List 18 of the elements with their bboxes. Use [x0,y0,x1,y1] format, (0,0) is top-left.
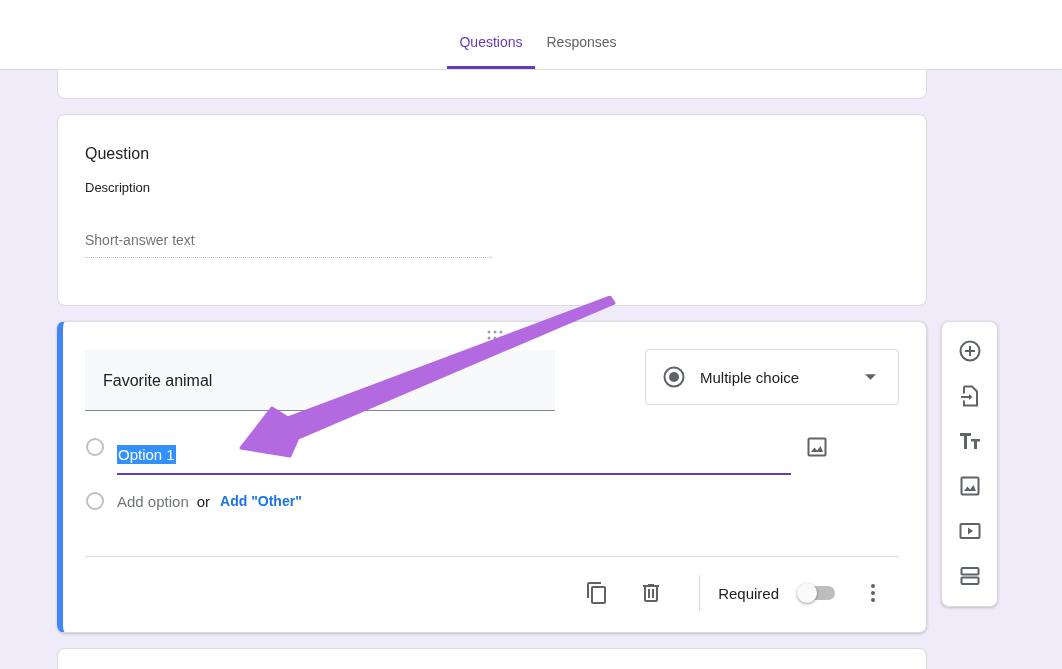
option-text: Option 1 [117,444,176,464]
add-option-link[interactable]: Add option [117,492,189,510]
question-type-label: Multiple choice [700,368,801,386]
tab[interactable]: Responses [534,29,629,69]
radio-selected-icon [662,365,686,389]
add-other-link[interactable]: Add "Other" [220,493,302,509]
section-icon[interactable] [957,564,982,588]
or-text: or [196,492,211,510]
question-title[interactable]: Question [85,145,899,169]
short-answer-field: Short-answer text [85,232,492,258]
image-icon[interactable] [957,474,982,498]
question-description[interactable]: Description [85,180,899,195]
image-icon[interactable] [805,435,829,459]
add-circle-icon[interactable] [957,339,982,363]
caret-icon [865,374,876,380]
radio-button[interactable] [86,438,104,456]
required-label: Required [718,584,779,602]
question-type-dropdown[interactable]: Multiple choice [645,349,899,405]
